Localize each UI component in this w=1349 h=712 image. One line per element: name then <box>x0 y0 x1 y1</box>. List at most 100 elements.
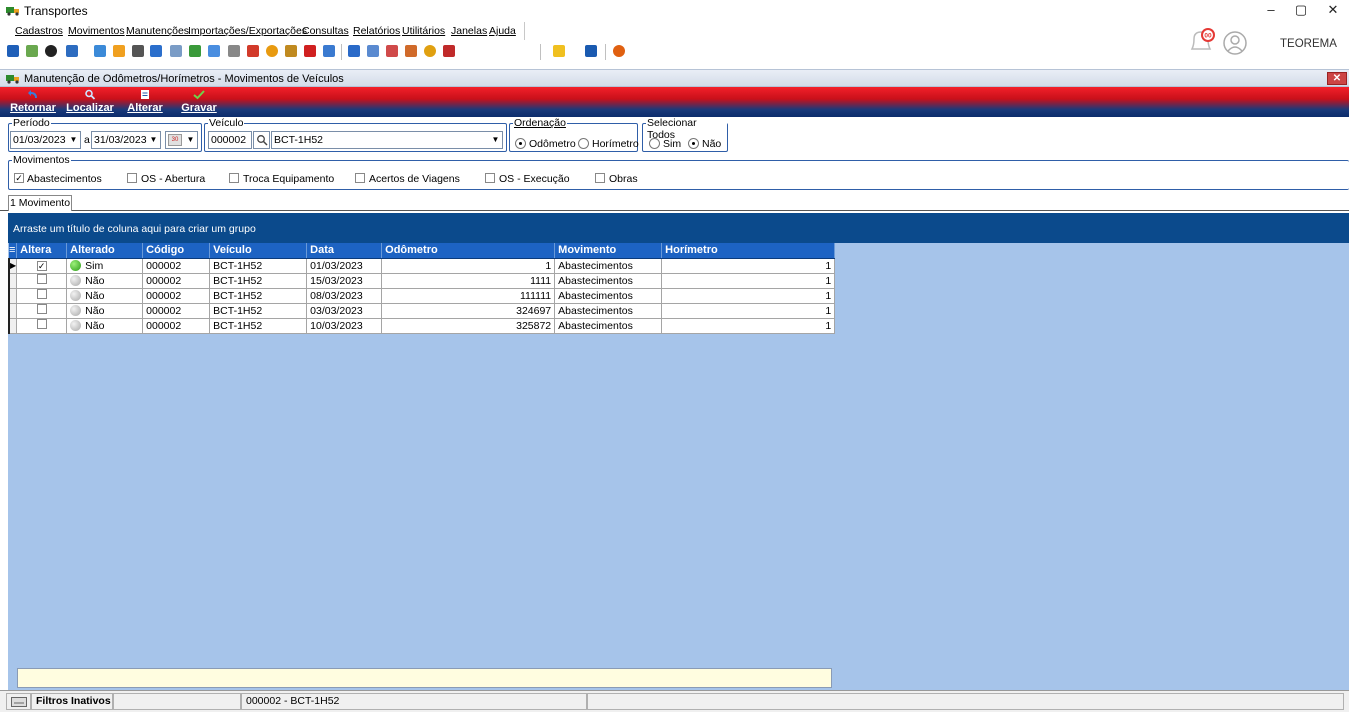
grid-icon[interactable] <box>150 45 162 57</box>
altera-cell[interactable] <box>16 288 68 304</box>
horimetro-cell[interactable]: 1 <box>661 318 836 334</box>
altera-checkbox[interactable] <box>36 319 47 329</box>
periodo-from-field[interactable]: 01/03/2023 ▼ <box>10 131 81 149</box>
table-row[interactable]: Não 000002 BCT-1H52 15/03/2023 1111 Abas… <box>8 273 836 289</box>
fuel-icon[interactable] <box>247 45 259 57</box>
altera-cell[interactable] <box>16 318 68 334</box>
altera-cell[interactable] <box>16 273 68 289</box>
cargo-icon[interactable] <box>26 45 38 57</box>
altera-cell[interactable] <box>16 303 68 319</box>
table-row[interactable]: ▶ ✓ Sim 000002 BCT-1H52 01/03/2023 1 Aba… <box>8 258 836 274</box>
map-icon[interactable] <box>189 45 201 57</box>
clock-icon[interactable] <box>266 45 278 57</box>
chart-icon[interactable] <box>443 45 455 57</box>
menu-cadastros[interactable]: Cadastros <box>15 25 63 37</box>
menu-consultas[interactable]: Consultas <box>302 25 349 37</box>
veiculo-code-field[interactable]: 000002 <box>208 131 252 149</box>
route-icon[interactable] <box>170 45 182 57</box>
chevron-down-icon[interactable]: ▼ <box>147 132 160 148</box>
people-icon[interactable] <box>208 45 220 57</box>
group-by-panel[interactable]: Arraste um título de coluna aqui para cr… <box>8 213 1349 243</box>
column-header-movimento[interactable]: Movimento <box>554 243 663 259</box>
export-icon[interactable] <box>323 45 335 57</box>
checkbox-troca-equipamento[interactable] <box>229 173 239 183</box>
altera-checkbox[interactable] <box>36 304 47 314</box>
calculator-icon[interactable] <box>348 45 360 57</box>
alarm-icon[interactable] <box>424 45 436 57</box>
altera-checkbox[interactable] <box>36 274 47 284</box>
horimetro-cell[interactable]: 1 <box>661 258 836 274</box>
schedule-icon[interactable] <box>405 45 417 57</box>
checkbox-os-abertura[interactable] <box>127 173 137 183</box>
column-header-alterado[interactable]: Alterado <box>66 243 144 259</box>
minimize-button[interactable]: – <box>1257 0 1285 22</box>
menu-utilitarios[interactable]: Utilitários <box>402 25 445 37</box>
odometro-cell[interactable]: 1111 <box>381 273 556 289</box>
localizar-button[interactable]: Localizar <box>66 89 114 114</box>
column-header-codigo[interactable]: Código <box>142 243 211 259</box>
bus-icon[interactable] <box>66 45 78 57</box>
periodo-to-field[interactable]: 31/03/2023 ▼ <box>91 131 161 149</box>
altera-checkbox[interactable]: ✓ <box>36 260 47 271</box>
chevron-down-icon[interactable]: ▼ <box>67 132 80 148</box>
window-icon[interactable] <box>585 45 597 57</box>
radio-nao[interactable] <box>688 138 699 149</box>
menu-manutencoes[interactable]: Manutenções <box>126 25 189 37</box>
tire-icon[interactable] <box>45 45 57 57</box>
truck-icon[interactable] <box>285 45 297 57</box>
restore-button[interactable]: ▢ <box>1287 0 1315 22</box>
column-header-odometro[interactable]: Odômetro <box>381 243 556 259</box>
column-header-altera[interactable]: Altera <box>16 243 68 259</box>
gravar-button[interactable]: Gravar <box>176 89 222 114</box>
table-row[interactable]: Não 000002 BCT-1H52 10/03/2023 325872 Ab… <box>8 318 836 334</box>
table-row[interactable]: Não 000002 BCT-1H52 08/03/2023 111111 Ab… <box>8 288 836 304</box>
cadastro-icon[interactable] <box>7 45 19 57</box>
checkbox-abastecimentos[interactable]: ✓ <box>14 173 24 183</box>
tools-icon[interactable] <box>113 45 125 57</box>
menu-janelas[interactable]: Janelas <box>451 25 487 37</box>
chevron-down-icon[interactable]: ▼ <box>489 132 502 148</box>
user-avatar-icon[interactable] <box>1222 30 1248 56</box>
column-header-veiculo[interactable]: Veículo <box>209 243 308 259</box>
menu-relatorios[interactable]: Relatórios <box>353 25 400 37</box>
column-header-data[interactable]: Data <box>306 243 383 259</box>
menu-movimentos[interactable]: Movimentos <box>68 25 125 37</box>
list-icon[interactable] <box>132 45 144 57</box>
odometro-cell[interactable]: 324697 <box>381 303 556 319</box>
odometro-cell[interactable]: 111111 <box>381 288 556 304</box>
column-header-horimetro[interactable]: Horímetro <box>661 243 836 259</box>
veiculo-name-field[interactable]: BCT-1H52 ▼ <box>271 131 503 149</box>
radio-odometro[interactable] <box>515 138 526 149</box>
tab-movimento[interactable]: 1 Movimento <box>8 195 72 211</box>
horimetro-cell[interactable]: 1 <box>661 273 836 289</box>
radio-sim[interactable] <box>649 138 660 149</box>
altera-cell[interactable]: ✓ <box>16 258 68 274</box>
arrow-icon[interactable] <box>304 45 316 57</box>
menu-importacoes[interactable]: Importações/Exportações <box>188 25 307 37</box>
odometro-cell[interactable]: 325872 <box>381 318 556 334</box>
close-button[interactable]: ✕ <box>1319 0 1347 22</box>
alterar-button[interactable]: Alterar <box>124 89 166 114</box>
horimetro-cell[interactable]: 1 <box>661 303 836 319</box>
child-close-button[interactable]: ✕ <box>1327 72 1347 85</box>
calendar-icon[interactable] <box>367 45 379 57</box>
power-icon[interactable] <box>613 45 625 57</box>
table-row[interactable]: Não 000002 BCT-1H52 03/03/2023 324697 Ab… <box>8 303 836 319</box>
checkbox-os-execucao[interactable] <box>485 173 495 183</box>
menu-ajuda[interactable]: Ajuda <box>489 25 516 37</box>
chevron-down-icon[interactable]: ▼ <box>184 132 197 148</box>
veiculo-search-button[interactable] <box>253 131 270 149</box>
checkbox-acertos-viagens[interactable] <box>355 173 365 183</box>
document-icon[interactable] <box>94 45 106 57</box>
calendar30-icon[interactable] <box>386 45 398 57</box>
notification-bell-icon[interactable]: 00 <box>1188 27 1218 55</box>
checkbox-obras[interactable] <box>595 173 605 183</box>
odometro-cell[interactable]: 1 <box>381 258 556 274</box>
radio-horimetro[interactable] <box>578 138 589 149</box>
calendar-picker-button[interactable]: 30 ▼ <box>165 131 198 149</box>
horimetro-cell[interactable]: 1 <box>661 288 836 304</box>
altera-checkbox[interactable] <box>36 289 47 299</box>
retornar-button[interactable]: Retornar <box>10 89 56 114</box>
star-icon[interactable] <box>553 45 565 57</box>
report-icon[interactable] <box>228 45 240 57</box>
